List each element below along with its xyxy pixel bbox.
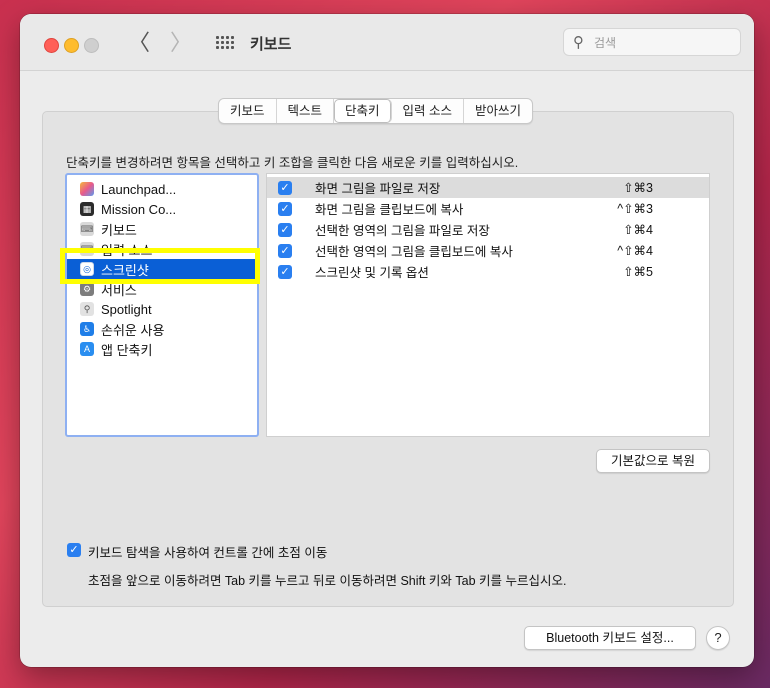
tab-bar: 키보드 텍스트 단축키 입력 소스 받아쓰기: [218, 98, 534, 124]
shortcut-checkbox[interactable]: ✓: [278, 243, 292, 258]
shortcut-row[interactable]: ✓ 선택한 영역의 그림을 파일로 저장 ⇧⌘4: [267, 219, 709, 240]
category-mission-control[interactable]: ▦ Mission Co...: [80, 199, 256, 219]
shortcut-label: 스크린샷 및 기록 옵션: [315, 266, 429, 280]
shortcut-row[interactable]: ✓ 화면 그림을 파일로 저장 ⇧⌘3: [267, 177, 709, 198]
shortcut-checkbox[interactable]: ✓: [278, 222, 292, 237]
shortcut-checkbox[interactable]: ✓: [278, 180, 292, 195]
bluetooth-keyboard-setup-button[interactable]: Bluetooth 키보드 설정...: [524, 626, 696, 650]
search-input[interactable]: [592, 33, 736, 53]
instructions-text: 단축키를 변경하려면 항목을 선택하고 키 조합을 클릭한 다음 새로운 키를 …: [66, 156, 519, 170]
app-shortcuts-icon: A: [80, 342, 94, 356]
category-keyboard[interactable]: ⌨ 키보드: [80, 219, 256, 239]
close-button[interactable]: [44, 38, 59, 53]
shortcut-checkbox[interactable]: ✓: [278, 201, 292, 216]
tab-text[interactable]: 텍스트: [277, 99, 335, 123]
shortcut-label: 화면 그림을 파일로 저장: [315, 182, 441, 196]
search-field[interactable]: ⚲: [563, 28, 741, 56]
shortcut-key[interactable]: ^⇧⌘3: [617, 201, 653, 216]
shortcut-key[interactable]: ⇧⌘5: [623, 264, 653, 279]
shortcut-list[interactable]: ✓ 화면 그림을 파일로 저장 ⇧⌘3 ✓ 화면 그림을 클립보드에 복사 ^⇧…: [266, 173, 710, 437]
category-app-shortcuts[interactable]: A 앱 단축키: [80, 339, 256, 359]
category-label: 스크린샷: [101, 262, 149, 278]
input-sources-icon: ⌨: [80, 242, 94, 256]
accessibility-icon: ♿: [80, 322, 94, 336]
category-label: Spotlight: [101, 301, 152, 317]
category-services[interactable]: ⚙ 서비스: [80, 279, 256, 299]
tab-shortcuts[interactable]: 단축키: [334, 99, 392, 123]
category-label: 서비스: [101, 282, 137, 298]
help-button[interactable]: ?: [706, 626, 730, 650]
shortcut-label: 선택한 영역의 그림을 클립보드에 복사: [315, 245, 513, 259]
minimize-button[interactable]: [64, 38, 79, 53]
category-label: 키보드: [101, 222, 137, 238]
back-button[interactable]: 〈: [128, 31, 150, 55]
keyboard-icon: ⌨: [80, 222, 94, 236]
tab-keyboard[interactable]: 키보드: [219, 99, 277, 123]
launchpad-icon: [80, 182, 94, 196]
category-list[interactable]: Launchpad... ▦ Mission Co... ⌨ 키보드 ⌨ 입력 …: [65, 173, 259, 437]
shortcut-label: 화면 그림을 클립보드에 복사: [315, 203, 464, 217]
category-label: Launchpad...: [101, 181, 177, 197]
mission-control-icon: ▦: [80, 202, 94, 216]
category-screenshots[interactable]: ◎ 스크린샷: [67, 259, 257, 279]
forward-button[interactable]: 〉: [170, 31, 192, 55]
services-icon: ⚙: [80, 282, 94, 296]
category-input-sources[interactable]: ⌨ 입력 소스: [80, 239, 256, 259]
shortcut-label: 선택한 영역의 그림을 파일로 저장: [315, 224, 490, 238]
shortcut-row[interactable]: ✓ 선택한 영역의 그림을 클립보드에 복사 ^⇧⌘4: [267, 240, 709, 261]
search-icon: ⚲: [573, 34, 584, 51]
spotlight-icon: ⚲: [80, 302, 94, 316]
shortcut-key[interactable]: ⇧⌘4: [623, 222, 653, 237]
category-label: 앱 단축키: [101, 342, 153, 358]
titlebar: 〈 〉 키보드 ⚲: [20, 14, 754, 71]
restore-defaults-button[interactable]: 기본값으로 복원: [596, 449, 710, 473]
keyboard-navigation-note: 초점을 앞으로 이동하려면 Tab 키를 누르고 뒤로 이동하려면 Shift …: [88, 574, 567, 588]
tab-input-sources[interactable]: 입력 소스: [392, 99, 465, 123]
category-launchpad[interactable]: Launchpad...: [80, 179, 256, 199]
category-label: 손쉬운 사용: [101, 322, 165, 338]
shortcut-checkbox[interactable]: ✓: [278, 264, 292, 279]
shortcut-key[interactable]: ⇧⌘3: [623, 180, 653, 195]
preferences-window: 〈 〉 키보드 ⚲ 키보드 텍스트 단축키 입력 소스 받아쓰기 단축키를 변경…: [20, 14, 754, 667]
shortcut-row[interactable]: ✓ 스크린샷 및 기록 옵션 ⇧⌘5: [267, 261, 709, 282]
category-accessibility[interactable]: ♿ 손쉬운 사용: [80, 319, 256, 339]
category-label: Mission Co...: [101, 201, 177, 217]
tab-dictation[interactable]: 받아쓰기: [464, 99, 532, 123]
keyboard-navigation-checkbox[interactable]: ✓: [67, 543, 81, 557]
show-all-grid-icon[interactable]: [216, 36, 234, 50]
keyboard-navigation-label[interactable]: 키보드 탐색을 사용하여 컨트롤 간에 초점 이동: [88, 542, 327, 561]
category-spotlight[interactable]: ⚲ Spotlight: [80, 299, 256, 319]
category-label: 입력 소스: [101, 242, 153, 258]
shortcut-key[interactable]: ^⇧⌘4: [617, 243, 653, 258]
screenshot-icon: ◎: [80, 262, 94, 276]
shortcut-row[interactable]: ✓ 화면 그림을 클립보드에 복사 ^⇧⌘3: [267, 198, 709, 219]
zoom-button[interactable]: [84, 38, 99, 53]
window-title: 키보드: [250, 36, 292, 53]
